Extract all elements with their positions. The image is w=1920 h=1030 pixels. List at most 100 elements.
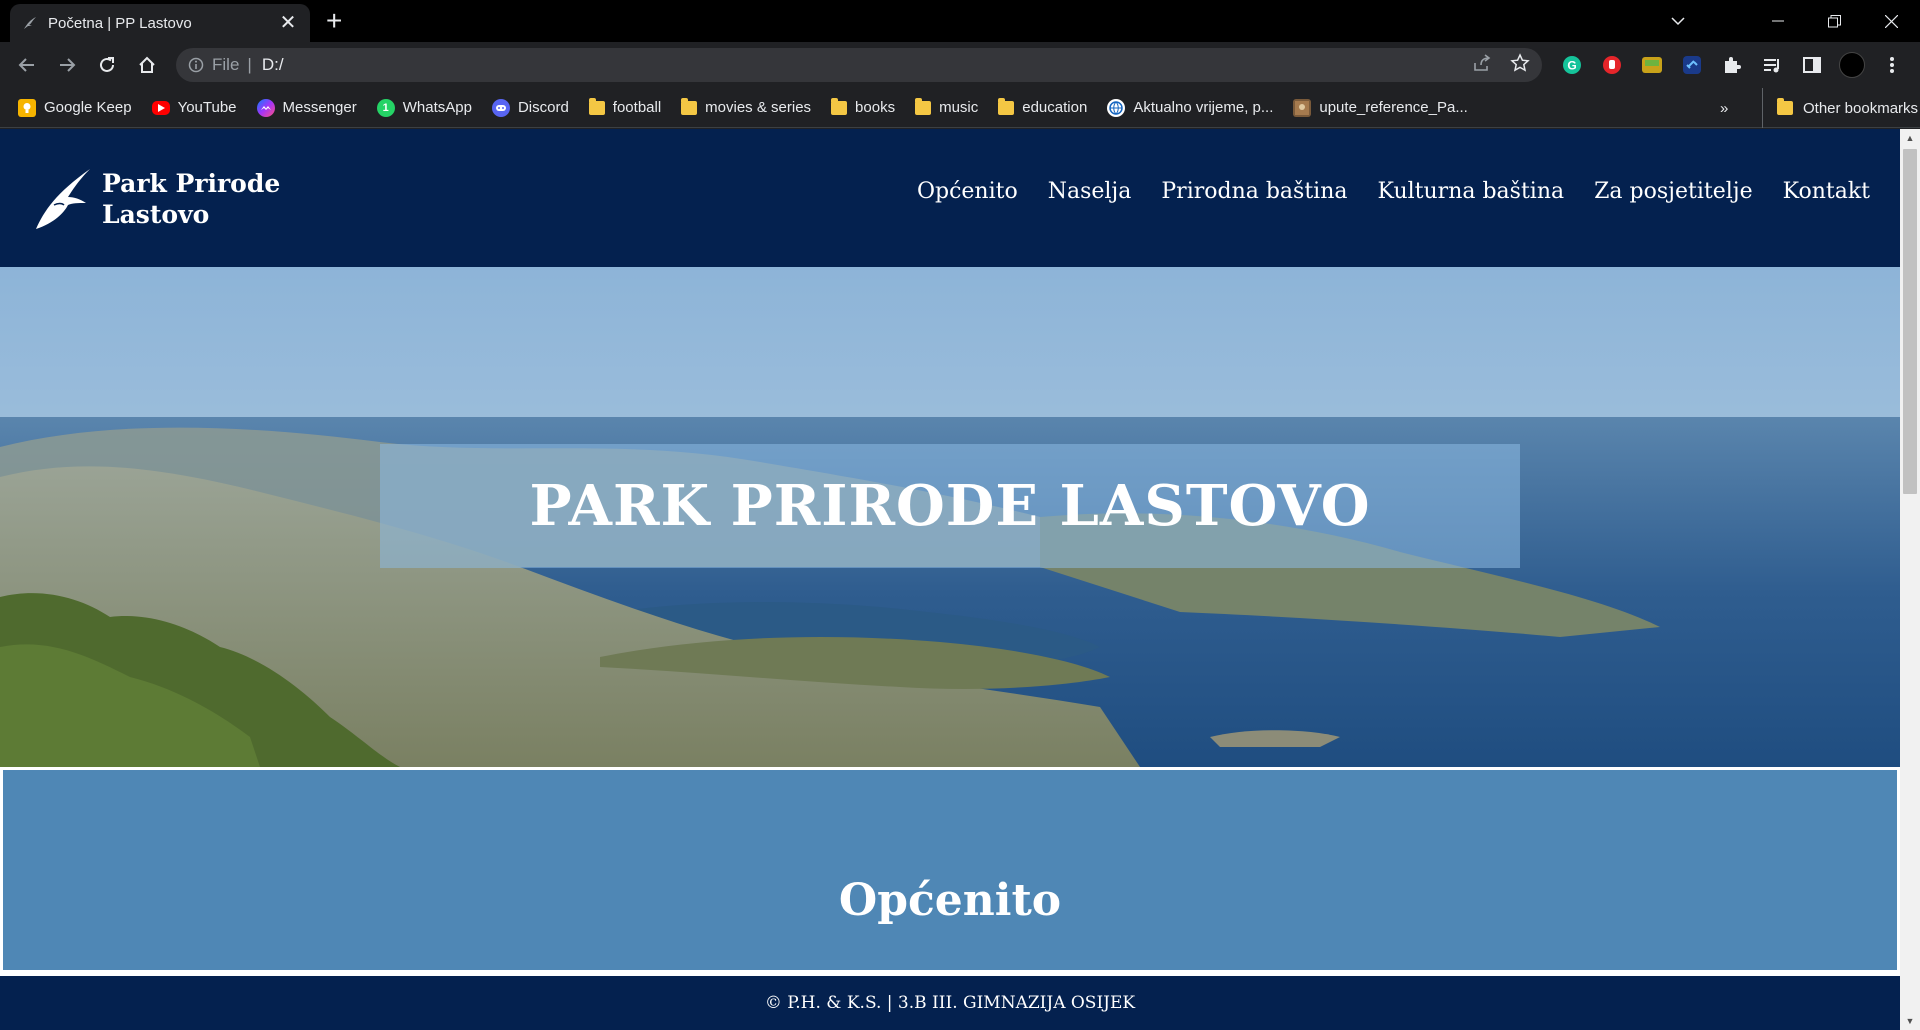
bookmark-discord[interactable]: Discord [491, 98, 569, 117]
tab-title: Početna | PP Lastovo [48, 14, 192, 32]
bookmark-youtube[interactable]: YouTube [151, 99, 237, 116]
bookmark-whatsapp[interactable]: 1 WhatsApp [376, 98, 472, 117]
grammarly-icon[interactable]: G [1558, 48, 1586, 82]
whatsapp-icon: 1 [376, 98, 395, 117]
other-bookmarks[interactable]: Other bookmarks [1762, 88, 1918, 128]
bookmark-upute-reference[interactable]: upute_reference_Pa... [1293, 98, 1468, 117]
forward-icon[interactable] [52, 50, 82, 80]
bookmark-label: Discord [517, 99, 569, 116]
main-nav: Općenito Naselja Prirodna baština Kultur… [917, 179, 1870, 204]
hero-banner: PARK PRIRODE LASTOVO [380, 444, 1520, 568]
window-controls [1749, 0, 1920, 42]
minimize-icon[interactable] [1749, 0, 1806, 42]
site-footer: © P.H. & K.S. | 3.B III. GIMNAZIJA OSIJE… [0, 976, 1900, 1030]
hero-section: PARK PRIRODE LASTOVO [0, 267, 1900, 767]
side-panel-icon[interactable] [1798, 48, 1826, 82]
globe-icon [1107, 98, 1126, 117]
bookmark-folder-education[interactable]: education [998, 97, 1088, 116]
bookmark-label: books [855, 99, 896, 116]
menu-kebab-icon[interactable] [1878, 48, 1906, 82]
bookmark-label: WhatsApp [402, 99, 472, 116]
site-logo[interactable]: Park Prirode Lastovo [34, 167, 280, 231]
info-icon [188, 57, 204, 73]
new-tab-icon[interactable]: + [326, 7, 342, 35]
bookmark-label: upute_reference_Pa... [1319, 99, 1468, 116]
folder-icon [1777, 98, 1793, 115]
bookmark-folder-movies[interactable]: movies & series [681, 97, 812, 116]
section-title: Općenito [838, 875, 1062, 926]
folder-icon [681, 97, 698, 115]
youtube-icon [151, 100, 170, 115]
address-bar[interactable]: File | D:/ [176, 48, 1542, 82]
address-scheme: File [212, 55, 240, 74]
scroll-up-arrow-icon[interactable]: ▲ [1900, 129, 1920, 147]
browser-tab[interactable]: Početna | PP Lastovo ✕ [10, 4, 310, 42]
tab-strip: Početna | PP Lastovo ✕ + [0, 0, 1920, 42]
swallow-logo-icon [36, 169, 90, 229]
discord-icon [491, 98, 510, 117]
folder-icon [588, 97, 605, 115]
nav-naselja[interactable]: Naselja [1048, 179, 1132, 204]
logo-text: Park Prirode Lastovo [102, 168, 280, 230]
back-icon[interactable] [12, 50, 42, 80]
bookmark-google-keep[interactable]: Google Keep [18, 98, 132, 117]
image-icon [1293, 98, 1312, 117]
bookmark-label: education [1022, 99, 1088, 116]
close-window-icon[interactable] [1863, 0, 1920, 42]
home-icon[interactable] [132, 50, 162, 80]
link-extension-icon[interactable] [1678, 48, 1706, 82]
page-scrollbar[interactable]: ▲ ▼ [1900, 129, 1920, 1030]
bookmark-folder-football[interactable]: football [588, 97, 662, 116]
hero-title: PARK PRIRODE LASTOVO [529, 473, 1371, 539]
bookmark-label: music [939, 99, 979, 116]
bookmark-aktualno-vrijeme[interactable]: Aktualno vrijeme, p... [1107, 98, 1274, 117]
folder-icon [998, 97, 1015, 115]
bookmark-label: YouTube [177, 99, 237, 116]
adblock-hand-icon[interactable] [1598, 48, 1626, 82]
bookmark-star-icon[interactable] [1510, 53, 1530, 78]
bookmark-label: movies & series [705, 99, 812, 116]
profile-avatar[interactable] [1838, 48, 1866, 82]
scrollbar-thumb[interactable] [1903, 149, 1917, 494]
site-header: Park Prirode Lastovo Općenito Naselja Pr… [0, 129, 1900, 267]
bookmarks-overflow-chevron[interactable]: » [1720, 88, 1728, 128]
folder-icon [831, 97, 848, 115]
scroll-down-arrow-icon[interactable]: ▼ [1900, 1012, 1920, 1030]
bookmark-label: Aktualno vrijeme, p... [1133, 99, 1274, 116]
extensions-bar: G [1558, 48, 1906, 82]
bookmark-folder-books[interactable]: books [831, 97, 896, 116]
swallow-favicon-icon [22, 15, 38, 31]
bookmark-label: football [612, 99, 662, 116]
tab-close-icon[interactable]: ✕ [278, 13, 298, 33]
bookmark-label: Messenger [282, 99, 357, 116]
restore-icon[interactable] [1806, 0, 1863, 42]
bookmarks-bar: Google Keep YouTube Messenger 1 WhatsApp… [0, 88, 1920, 128]
nav-opcenito[interactable]: Općenito [917, 179, 1018, 204]
tab-search-icon[interactable] [1658, 0, 1698, 42]
share-icon[interactable] [1472, 53, 1492, 78]
footer-text: © P.H. & K.S. | 3.B III. GIMNAZIJA OSIJE… [764, 993, 1136, 1013]
notes-extension-icon[interactable] [1638, 48, 1666, 82]
keep-icon [18, 98, 36, 117]
opcenito-section: Općenito [3, 770, 1897, 970]
other-bookmarks-label: Other bookmarks [1803, 99, 1919, 117]
page-viewport: Park Prirode Lastovo Općenito Naselja Pr… [0, 129, 1920, 1030]
nav-kontakt[interactable]: Kontakt [1783, 179, 1870, 204]
logo-line-2: Lastovo [102, 200, 210, 229]
nav-za-posjetitelje[interactable]: Za posjetitelje [1594, 179, 1752, 204]
extensions-puzzle-icon[interactable] [1718, 48, 1746, 82]
site-info[interactable]: File [188, 55, 239, 75]
address-separator: | [247, 55, 252, 74]
browser-toolbar: File | D:/ G [0, 42, 1920, 88]
logo-line-1: Park Prirode [102, 169, 281, 198]
address-url[interactable]: D:/ [262, 55, 284, 75]
bookmark-label: Google Keep [44, 99, 132, 116]
nav-prirodna-bastina[interactable]: Prirodna baština [1161, 179, 1347, 204]
svg-text:G: G [1567, 59, 1576, 73]
bookmark-folder-music[interactable]: music [915, 97, 979, 116]
folder-icon [915, 97, 932, 115]
bookmark-messenger[interactable]: Messenger [256, 98, 357, 117]
media-queue-icon[interactable] [1758, 48, 1786, 82]
reload-icon[interactable] [92, 50, 122, 80]
nav-kulturna-bastina[interactable]: Kulturna baština [1378, 179, 1565, 204]
